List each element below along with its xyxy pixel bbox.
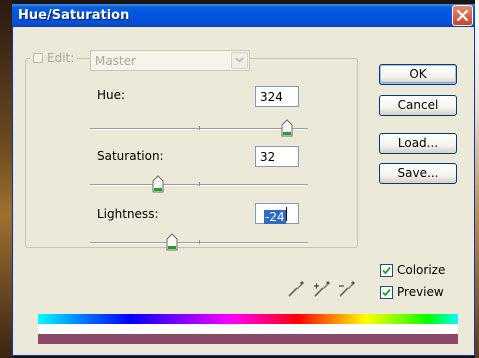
colorize-checkbox[interactable]: Colorize <box>380 263 445 277</box>
saturation-label: Saturation: <box>97 149 164 163</box>
save-button[interactable]: Save... <box>379 163 457 184</box>
close-icon <box>456 9 469 22</box>
chevron-down-icon[interactable] <box>231 52 248 69</box>
preview-label: Preview <box>397 285 444 299</box>
eyedropper-plus-icon[interactable] <box>312 280 330 298</box>
ok-button[interactable]: OK <box>379 64 457 85</box>
checkmark-icon <box>382 288 391 296</box>
cancel-button[interactable]: Cancel <box>379 95 457 116</box>
hue-input[interactable]: 324 <box>255 86 299 107</box>
saturation-input[interactable]: 32 <box>255 146 299 167</box>
preview-checkbox[interactable]: Preview <box>380 285 444 299</box>
checkmark-icon <box>382 266 391 274</box>
lightness-slider-thumb[interactable] <box>166 233 178 251</box>
hue-slider-center-tick <box>199 126 200 130</box>
colorize-label: Colorize <box>397 263 446 277</box>
hue-slider-thumb[interactable] <box>281 119 293 137</box>
load-button[interactable]: Load... <box>379 133 457 154</box>
close-button[interactable] <box>452 5 473 26</box>
spectrum-gap <box>38 324 458 334</box>
lightness-slider-center-tick <box>199 240 200 244</box>
text-caret <box>286 207 287 221</box>
input-hue-spectrum-bar <box>38 314 458 324</box>
edit-channel-value: Master <box>95 54 136 68</box>
saturation-slider-center-tick <box>199 182 200 186</box>
lightness-label: Lightness: <box>97 207 159 221</box>
hue-label: Hue: <box>97 88 126 102</box>
edit-checkbox[interactable] <box>33 53 43 63</box>
hue-value: 324 <box>260 90 283 104</box>
eyedropper-icon[interactable] <box>287 280 305 298</box>
saturation-value: 32 <box>260 150 276 164</box>
title-bar[interactable]: Hue/Saturation <box>12 4 475 27</box>
colorize-check-box[interactable] <box>380 263 393 277</box>
output-color-bar <box>38 334 458 344</box>
background-left-strip <box>0 0 12 358</box>
lightness-input[interactable]: -24 <box>255 203 299 224</box>
lightness-selected-text: -24 <box>264 210 286 224</box>
edit-label: Edit: <box>47 51 75 65</box>
eyedropper-minus-icon[interactable] <box>337 280 355 298</box>
preview-check-box[interactable] <box>380 285 393 299</box>
adjustment-group <box>25 58 358 248</box>
edit-legend: Edit: <box>30 51 78 65</box>
saturation-slider-thumb[interactable] <box>152 175 164 193</box>
window-title: Hue/Saturation <box>18 8 130 23</box>
edit-channel-select[interactable]: Master <box>90 50 250 71</box>
background-right-strip <box>475 0 479 358</box>
